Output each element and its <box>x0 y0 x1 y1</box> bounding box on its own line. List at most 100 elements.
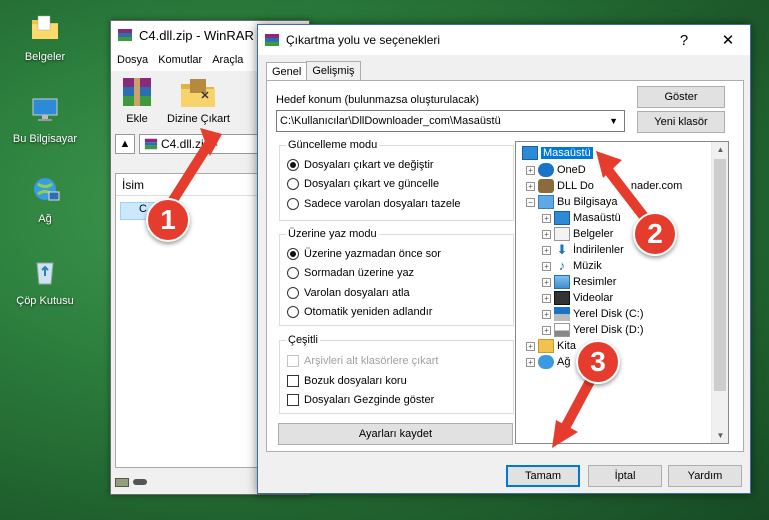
show-button[interactable]: Göster <box>637 86 725 108</box>
checkbox[interactable] <box>287 375 299 387</box>
tree-item-label: Bu Bilgisaya <box>557 196 618 208</box>
scroll-down-icon[interactable]: ▼ <box>712 431 728 440</box>
expand-icon[interactable]: + <box>526 341 535 351</box>
option-label: Varolan dosyaları atla <box>304 287 410 299</box>
help-button[interactable]: Yardım <box>668 465 742 487</box>
tree-item-network[interactable]: + Ağ <box>526 354 570 370</box>
tree-item-label: Müzik <box>573 260 602 272</box>
tree-item-label: Yerel Disk (D:) <box>573 324 644 336</box>
extract-to-button[interactable]: Dizine Çıkart <box>167 76 230 125</box>
radio-extract-replace[interactable]: Dosyaları çıkart ve değiştir <box>287 159 434 171</box>
expand-icon[interactable]: + <box>526 165 535 175</box>
radio-button[interactable] <box>287 178 299 190</box>
radio-button[interactable] <box>287 287 299 299</box>
collapse-icon[interactable]: − <box>526 197 535 207</box>
list-item-name: C <box>139 203 147 215</box>
dialog-titlebar[interactable]: Çıkartma yolu ve seçenekleri ? ✕ <box>258 25 750 55</box>
overwrite-mode-title: Üzerine yaz modu <box>286 228 379 240</box>
tab-general[interactable]: Genel <box>266 62 308 82</box>
radio-button[interactable] <box>287 248 299 260</box>
step-callout-2: 2 <box>633 212 677 256</box>
menu-commands[interactable]: Komutlar <box>158 54 202 66</box>
expand-icon[interactable]: + <box>542 277 551 287</box>
tree-item-libraries[interactable]: + Kita <box>526 338 576 354</box>
tree-item-pictures[interactable]: + Resimler <box>542 274 616 290</box>
desktop-icon-label: Belgeler <box>24 51 66 63</box>
close-button[interactable]: ✕ <box>706 31 750 49</box>
cloud-icon <box>538 163 554 177</box>
tree-item-videos[interactable]: + Videolar <box>542 290 613 306</box>
drive-icon <box>554 323 570 337</box>
chevron-down-icon[interactable]: ▼ <box>609 116 618 126</box>
option-label: Bozuk dosyaları koru <box>304 375 407 387</box>
desktop-icon-network[interactable]: Ağ <box>0 174 90 225</box>
tree-item-downloads[interactable]: + ⬇ İndirilenler <box>542 242 624 258</box>
expand-icon[interactable]: + <box>542 293 551 303</box>
step-callout-1: 1 <box>146 198 190 242</box>
desktop-icon-documents[interactable]: Belgeler <box>0 12 90 63</box>
tree-item-documents[interactable]: + Belgeler <box>542 226 613 242</box>
radio-ask-before-overwrite[interactable]: Üzerine yazmadan önce sor <box>287 248 441 260</box>
tree-item-this-pc[interactable]: − Bu Bilgisaya <box>526 194 618 210</box>
expand-icon[interactable]: + <box>542 325 551 335</box>
winrar-app-icon <box>118 29 132 41</box>
tree-item-onedrive[interactable]: + OneD <box>526 162 586 178</box>
desktop-icon-this-pc[interactable]: Bu Bilgisayar <box>0 94 90 145</box>
expand-icon[interactable]: + <box>526 181 535 191</box>
radio-button[interactable] <box>287 267 299 279</box>
save-settings-button[interactable]: Ayarları kaydet <box>278 423 513 445</box>
archive-books-icon <box>123 78 151 106</box>
winrar-title: C4.dll.zip - WinRAR <box>139 27 254 43</box>
tree-scrollbar[interactable]: ▲ ▼ <box>711 142 728 443</box>
up-folder-button[interactable]: ▲ <box>115 134 135 154</box>
tab-advanced[interactable]: Gelişmiş <box>306 61 361 81</box>
scrollbar-thumb[interactable] <box>714 159 726 391</box>
checkbox[interactable] <box>287 394 299 406</box>
radio-rename-automatically[interactable]: Otomatik yeniden adlandır <box>287 306 432 318</box>
checkbox-keep-broken[interactable]: Bozuk dosyaları koru <box>287 375 407 387</box>
step-callout-3: 3 <box>576 340 620 384</box>
tree-item-label: Resimler <box>573 276 617 288</box>
expand-icon[interactable]: + <box>542 213 551 223</box>
radio-overwrite-without-prompt[interactable]: Sormadan üzerine yaz <box>287 267 414 279</box>
radio-button[interactable] <box>287 198 299 210</box>
video-film-icon <box>554 291 570 305</box>
radio-fresh-existing[interactable]: Sadece varolan dosyaları tazele <box>287 198 461 210</box>
tree-item-dlldownloader[interactable]: + DLL Do nader.com <box>526 178 682 194</box>
desktop-icon-recycle-bin[interactable]: Çöp Kutusu <box>0 256 90 307</box>
tree-item-pc-desktop[interactable]: + Masaüstü <box>542 210 621 226</box>
radio-extract-update[interactable]: Dosyaları çıkart ve güncelle <box>287 178 439 190</box>
expand-icon[interactable]: + <box>542 309 551 319</box>
menu-file[interactable]: Dosya <box>117 54 148 66</box>
tree-item-label: Belgeler <box>573 228 614 240</box>
checkbox-show-in-explorer[interactable]: Dosyaları Gezginde göster <box>287 394 434 406</box>
checkbox <box>287 355 299 367</box>
ok-button[interactable]: Tamam <box>506 465 580 487</box>
checkbox-extract-subfolders: Arşivleri alt klasörlere çıkart <box>287 355 438 367</box>
expand-icon[interactable]: + <box>542 261 551 271</box>
radio-button[interactable] <box>287 159 299 171</box>
help-title-button[interactable]: ? <box>662 32 706 49</box>
menu-tools[interactable]: Araçla <box>212 54 243 66</box>
desktop-icon-label: Bu Bilgisayar <box>12 133 78 145</box>
tree-item-music[interactable]: + ♪ Müzik <box>542 258 602 274</box>
expand-icon[interactable]: + <box>542 229 551 239</box>
radio-skip-existing[interactable]: Varolan dosyaları atla <box>287 287 410 299</box>
scroll-up-icon[interactable]: ▲ <box>712 145 728 154</box>
radio-button[interactable] <box>287 306 299 318</box>
library-folder-icon <box>538 339 554 353</box>
pictures-icon <box>554 275 570 289</box>
cancel-button[interactable]: İptal <box>588 465 662 487</box>
expand-icon[interactable]: + <box>542 245 551 255</box>
destination-path-combo[interactable]: C:\Kullanıcılar\DllDownloader_com\Masaüs… <box>276 110 625 132</box>
tree-item-local-disk-d[interactable]: + Yerel Disk (D:) <box>542 322 644 338</box>
option-label: Dosyaları Gezginde göster <box>304 394 435 406</box>
desktop-icon-label: Ağ <box>38 213 52 225</box>
add-button[interactable]: Ekle <box>117 76 157 125</box>
new-folder-button[interactable]: Yeni klasör <box>637 111 725 133</box>
expand-icon[interactable]: + <box>526 357 535 367</box>
folder-tree[interactable]: Masaüstü + OneD + DLL Do nader.com − Bu … <box>515 141 729 444</box>
tree-item-local-disk-c[interactable]: + Yerel Disk (C:) <box>542 306 644 322</box>
update-mode-title: Güncelleme modu <box>286 139 380 151</box>
tree-item-desktop[interactable]: Masaüstü <box>522 145 593 161</box>
